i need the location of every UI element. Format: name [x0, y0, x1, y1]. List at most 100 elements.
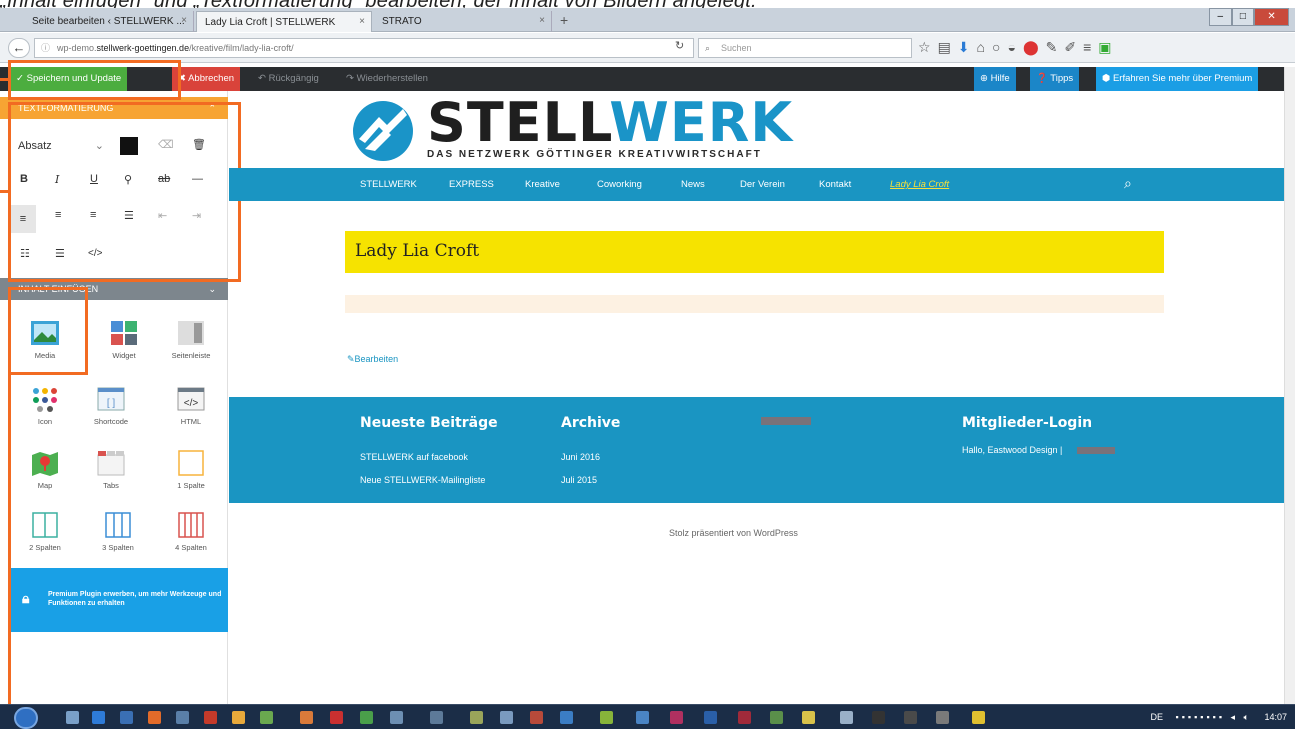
pocket-icon[interactable]: ◒ — [1007, 39, 1015, 56]
tile-2-columns[interactable]: 2 Spalten — [14, 505, 76, 563]
tile-4-columns[interactable]: 4 Spalten — [160, 505, 222, 563]
taskbar-app-icon[interactable] — [176, 711, 189, 724]
taskbar-app-icon[interactable] — [936, 711, 949, 724]
language-indicator[interactable]: DE — [1150, 712, 1163, 722]
close-icon[interactable]: × — [181, 15, 187, 26]
vertical-scrollbar[interactable] — [1284, 67, 1295, 712]
premium-info-button[interactable]: ⬢ Erfahren Sie mehr über Premium — [1096, 67, 1259, 91]
powered-by[interactable]: Stolz präsentiert von WordPress — [669, 528, 798, 538]
tile-sidebar[interactable]: Seitenleiste — [160, 313, 222, 371]
nav-item-coworking[interactable]: Coworking — [597, 179, 642, 190]
ie-icon[interactable] — [92, 711, 105, 724]
icon-set-icon — [33, 388, 57, 412]
premium-banner[interactable]: 🔒︎ Premium Plugin erwerben, um mehr Werkz… — [8, 568, 228, 632]
taskbar-app-icon[interactable] — [904, 711, 917, 724]
site-logo[interactable]: STELLWERK DAS NETZWERK GÖTTINGER KREATIV… — [345, 91, 792, 165]
taskbar-app-icon[interactable] — [770, 711, 783, 724]
browser-toolbar-icons: ☆ ▤ ⬇ ⌂ ○ ◒ ⬤ ✎ ✐ ≡ ▣ — [918, 39, 1111, 56]
redo-button[interactable]: ↷ Wiederherstellen — [340, 67, 434, 91]
tile-map[interactable]: Map — [14, 443, 76, 501]
new-tab-icon[interactable]: + — [560, 12, 568, 28]
content-placeholder[interactable] — [345, 295, 1164, 313]
addon-icon[interactable]: ▣ — [1098, 39, 1111, 56]
taskbar-app-icon[interactable] — [390, 711, 403, 724]
reload-icon[interactable]: ↻ — [675, 39, 684, 52]
nav-item-kreative[interactable]: Kreative — [525, 179, 560, 190]
nav-item-current[interactable]: Lady Lia Croft — [890, 179, 949, 190]
maximize-icon[interactable]: □ — [1231, 8, 1255, 26]
tile-tabs[interactable]: Tabs — [80, 443, 142, 501]
address-bar[interactable]: ⓘ wp-demo.stellwerk-goettingen.de/kreativ… — [34, 38, 694, 58]
taskbar-app-icon[interactable] — [670, 711, 683, 724]
taskbar-app-icon[interactable] — [972, 711, 985, 724]
tab-lady-lia-croft[interactable]: Lady Lia Croft | STELLWERK × — [196, 11, 372, 32]
bookmark-star-icon[interactable]: ☆ — [918, 39, 931, 56]
pen-icon[interactable]: ✐ — [1064, 39, 1076, 56]
back-arrow-icon[interactable]: ← — [8, 38, 30, 58]
footer-archive-link[interactable]: Juli 2015 — [561, 475, 597, 485]
tile-html[interactable]: </> HTML — [160, 379, 222, 437]
footer-archive-link[interactable]: Juni 2016 — [561, 452, 600, 462]
taskbar-app-icon[interactable] — [802, 711, 815, 724]
taskbar-app-icon[interactable] — [500, 711, 513, 724]
info-icon[interactable]: ⓘ — [41, 39, 50, 57]
page-title-bar[interactable]: Lady Lia Croft — [345, 231, 1164, 273]
firefox-icon[interactable] — [148, 711, 161, 724]
taskbar-app-icon[interactable] — [738, 711, 751, 724]
taskbar-app-icon[interactable] — [330, 711, 343, 724]
taskbar-app-icon[interactable] — [360, 711, 373, 724]
tips-button[interactable]: ❓ Tipps — [1030, 67, 1080, 91]
taskbar-app-icon[interactable] — [470, 711, 483, 724]
start-button[interactable] — [14, 707, 38, 729]
tile-3-columns[interactable]: 3 Spalten — [87, 505, 149, 563]
adblock-icon[interactable]: ⬤ — [1023, 39, 1039, 56]
taskbar-app-icon[interactable] — [600, 711, 613, 724]
undo-button[interactable]: ↶ Rückgängig — [252, 67, 325, 91]
window-close-icon[interactable]: ✕ — [1254, 8, 1290, 26]
footer-post-link[interactable]: Neue STELLWERK-Mailingliste — [360, 475, 485, 485]
close-icon[interactable]: × — [359, 16, 365, 27]
taskbar-app-icon[interactable] — [430, 711, 443, 724]
menu-icon[interactable]: ≡ — [1083, 39, 1091, 56]
site-search-icon[interactable]: ⌕ — [1124, 175, 1132, 192]
logout-link[interactable] — [1077, 447, 1115, 454]
taskbar-app-icon[interactable] — [840, 711, 853, 724]
taskbar-app-icon[interactable] — [232, 711, 245, 724]
tile-shortcode[interactable]: [ ] Shortcode — [80, 379, 142, 437]
taskbar-app-icon[interactable] — [636, 711, 649, 724]
reading-list-icon[interactable]: ▤ — [938, 39, 951, 56]
taskbar-app-icon[interactable] — [530, 711, 543, 724]
home-icon[interactable]: ⌂ — [977, 39, 985, 56]
cancel-button[interactable]: ✖ Abbrechen — [172, 67, 241, 91]
nav-item-news[interactable]: News — [681, 179, 705, 190]
clock[interactable]: 14:07 — [1264, 712, 1287, 722]
nav-item-stellwerk[interactable]: STELLWERK — [360, 179, 417, 190]
minimize-icon[interactable]: – — [1209, 8, 1232, 26]
taskbar-app-icon[interactable] — [66, 711, 79, 724]
tile-icon[interactable]: Icon — [14, 379, 76, 437]
nav-item-kontakt[interactable]: Kontakt — [819, 179, 851, 190]
search-input[interactable]: ⌕ Suchen — [698, 38, 912, 58]
taskbar-app-icon[interactable] — [260, 711, 273, 724]
tab-strato[interactable]: STRATO × — [374, 11, 552, 32]
tray-icons[interactable]: ▪▪▪▪▪▪▪▪ ◂ 🔈︎ — [1176, 712, 1252, 722]
chat-icon[interactable]: ○ — [992, 39, 1000, 56]
tab-seite-bearbeiten[interactable]: Seite bearbeiten ‹ STELLWERK ... × — [24, 11, 194, 32]
nav-item-verein[interactable]: Der Verein — [740, 179, 785, 190]
download-icon[interactable]: ⬇ — [958, 39, 970, 56]
taskbar-app-icon[interactable] — [560, 711, 573, 724]
taskbar-app-icon[interactable] — [300, 711, 313, 724]
tile-1-column[interactable]: 1 Spalte — [160, 443, 222, 501]
edit-link[interactable]: ✎Bearbeiten — [347, 354, 398, 365]
extension-icon[interactable]: ✎ — [1046, 39, 1058, 56]
footer-post-link[interactable]: STELLWERK auf facebook — [360, 452, 468, 462]
nav-item-express[interactable]: EXPRESS — [449, 179, 494, 190]
filezilla-icon[interactable] — [204, 711, 217, 724]
help-button[interactable]: ⊕ Hilfe — [974, 67, 1016, 91]
tile-widget[interactable]: Widget — [93, 313, 155, 371]
taskbar-app-icon[interactable] — [120, 711, 133, 724]
taskbar-app-icon[interactable] — [872, 711, 885, 724]
close-icon[interactable]: × — [539, 15, 545, 26]
footer-red-link[interactable] — [761, 417, 811, 425]
taskbar-app-icon[interactable] — [704, 711, 717, 724]
